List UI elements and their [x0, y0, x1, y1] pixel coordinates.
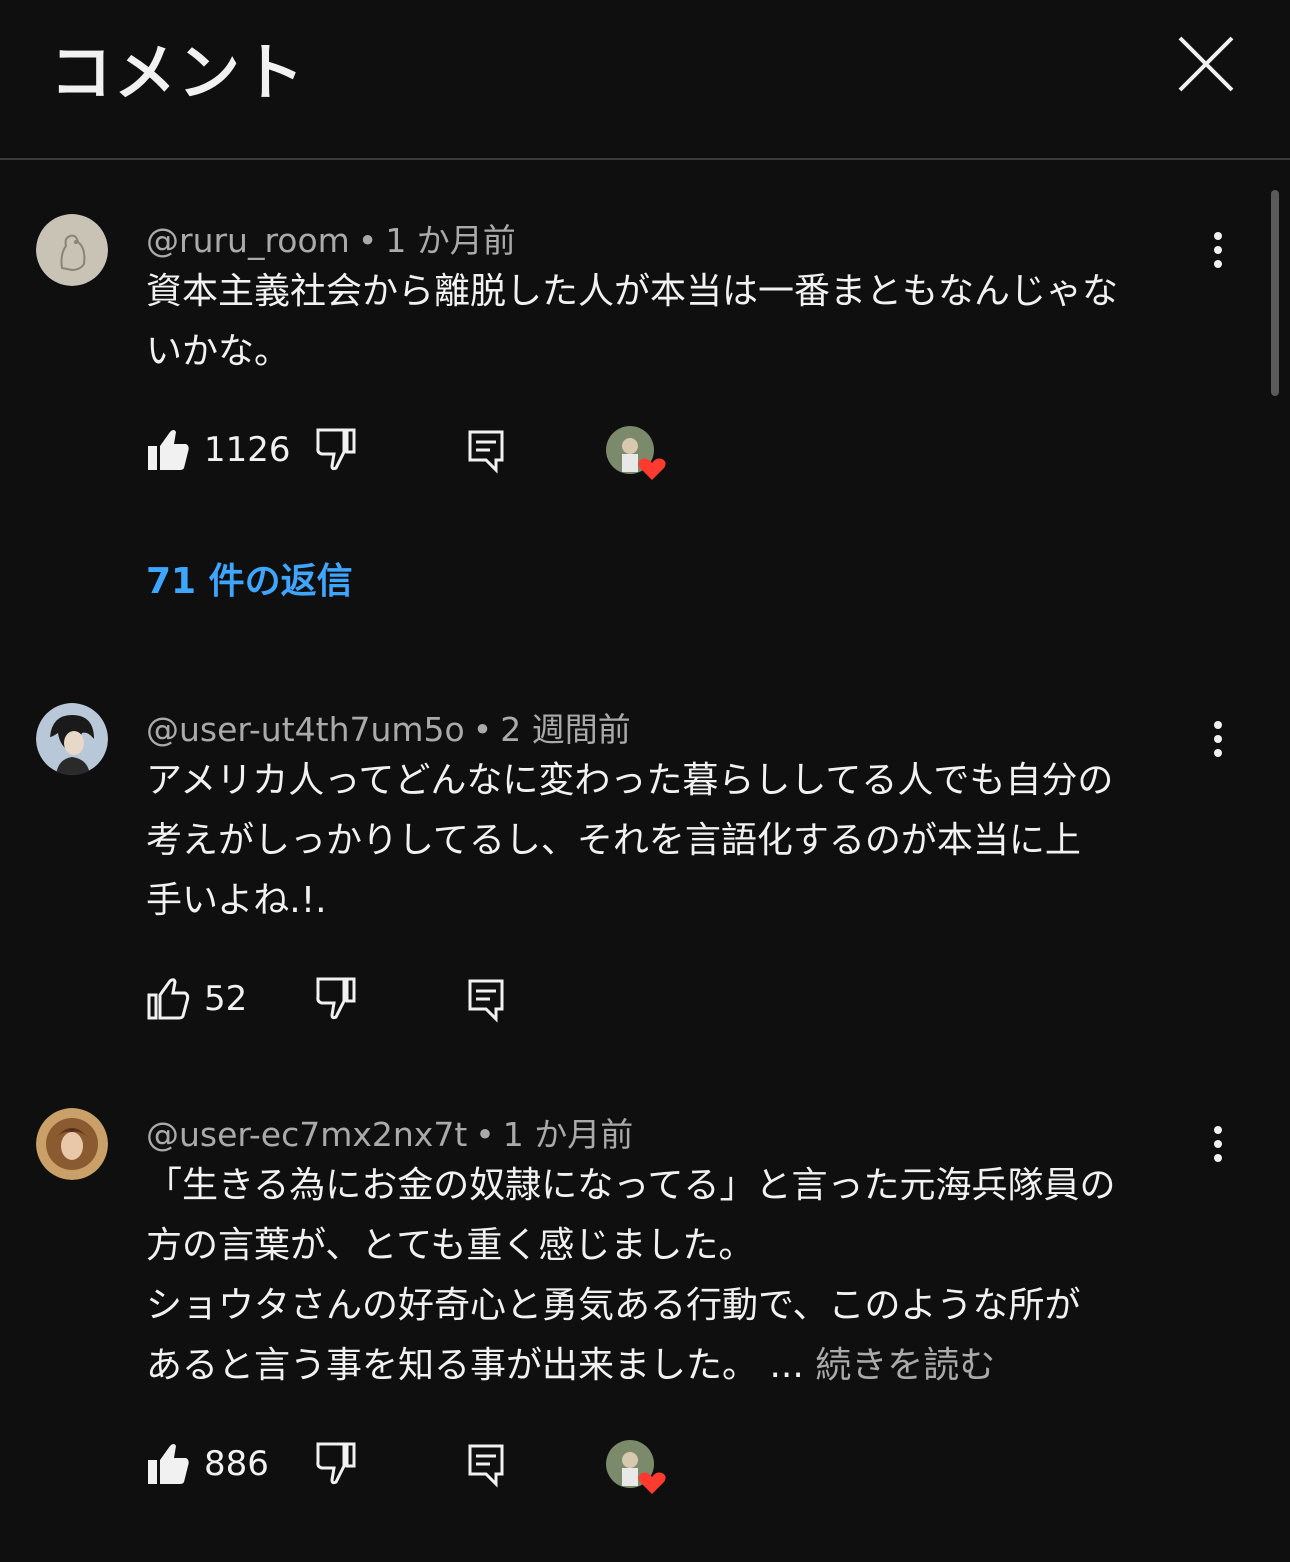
- comment-meta: @user-ut4th7um5o • 2 週間前: [146, 703, 631, 751]
- creator-heart-badge: [604, 1438, 670, 1502]
- reply-button[interactable]: [466, 973, 506, 1027]
- thumbs-down-icon: [316, 1442, 356, 1485]
- comment-time: 1 か月前: [385, 221, 516, 260]
- creator-heart-badge: [604, 424, 670, 488]
- comment-text: 資本主義社会から離脱した人が本当は一番まともなんじゃな いかな。: [146, 262, 1216, 382]
- creator-heart-icon: [606, 426, 666, 480]
- thumbs-up-icon: [148, 1444, 189, 1484]
- comment-line: 「生きる為にお金の奴隷になってる」と言った元海兵隊員の: [146, 1165, 1116, 1206]
- reply-icon: [468, 979, 504, 1023]
- panel-title: コメント: [50, 36, 307, 109]
- avatar[interactable]: [36, 214, 108, 286]
- comments-header: コメント: [0, 0, 1290, 160]
- like-count: 886: [204, 1444, 269, 1484]
- ellipsis: ...: [769, 1345, 804, 1386]
- comment-line: 資本主義社会から離脱した人が本当は一番まともなんじゃな: [146, 271, 1119, 312]
- comment-line-text: あると言う事を知る事が出来ました。: [146, 1345, 759, 1386]
- dislike-button[interactable]: [314, 424, 358, 478]
- reply-button[interactable]: [466, 424, 506, 478]
- comment-meta: @ruru_room • 1 か月前: [146, 214, 516, 262]
- meta-separator: •: [357, 221, 378, 260]
- comment-meta: @user-ec7mx2nx7t • 1 か月前: [146, 1108, 633, 1156]
- dislike-button[interactable]: [314, 973, 358, 1027]
- reply-icon: [468, 1444, 504, 1488]
- view-replies-link[interactable]: 71 件の返信: [146, 552, 353, 604]
- avatar[interactable]: [36, 1108, 108, 1180]
- thumbs-down-icon: [316, 977, 356, 1020]
- reply-icon: [468, 430, 504, 474]
- like-button[interactable]: [146, 1438, 190, 1492]
- meta-separator: •: [475, 1115, 495, 1154]
- comment-author[interactable]: @ruru_room: [146, 221, 350, 260]
- like-button[interactable]: [146, 424, 190, 478]
- read-more-link[interactable]: 続きを読む: [815, 1345, 995, 1386]
- comment-line: 考えがしっかりしてるし、それを言語化するのが本当に上: [146, 820, 1081, 861]
- comment-time: 2 週間前: [500, 710, 631, 749]
- dislike-button[interactable]: [314, 1438, 358, 1492]
- like-button[interactable]: [146, 973, 190, 1027]
- comment-author[interactable]: @user-ec7mx2nx7t: [146, 1115, 467, 1154]
- comment-actions: 1126: [146, 424, 746, 484]
- thumbs-down-icon: [316, 428, 356, 471]
- like-count: 1126: [204, 430, 291, 470]
- comment-actions: 886: [146, 1438, 746, 1498]
- comment-line: 方の言葉が、とても重く感じました。: [146, 1225, 755, 1266]
- comment-line: 手いよね.!.: [146, 880, 327, 921]
- comment-text: アメリカ人ってどんなに変わった暮らししてる人でも自分の 考えがしっかりしてるし、…: [146, 751, 1216, 931]
- comment-line: あると言う事を知る事が出来ました。 ... 続きを読む: [146, 1336, 1216, 1396]
- reply-button[interactable]: [466, 1438, 506, 1492]
- avatar[interactable]: [36, 703, 108, 775]
- comment-author[interactable]: @user-ut4th7um5o: [146, 710, 465, 749]
- close-button[interactable]: [1172, 30, 1240, 98]
- creator-heart-icon: [606, 1440, 666, 1494]
- like-count: 52: [204, 979, 248, 1019]
- comment-actions: 52: [146, 973, 746, 1033]
- meta-separator: •: [472, 710, 493, 749]
- thumbs-up-icon: [148, 430, 189, 470]
- comment-line: ショウタさんの好奇心と勇気ある行動で、このような所が: [146, 1285, 1081, 1326]
- comment-time: 1 か月前: [502, 1115, 634, 1154]
- thumbs-up-icon: [147, 978, 190, 1020]
- close-icon: [1178, 36, 1234, 92]
- comment-text: 「生きる為にお金の奴隷になってる」と言った元海兵隊員の 方の言葉が、とても重く感…: [146, 1156, 1216, 1396]
- comment-line: いかな。: [146, 331, 291, 372]
- scrollbar-thumb[interactable]: [1271, 190, 1279, 396]
- comment-line: アメリカ人ってどんなに変わった暮らししてる人でも自分の: [146, 760, 1114, 801]
